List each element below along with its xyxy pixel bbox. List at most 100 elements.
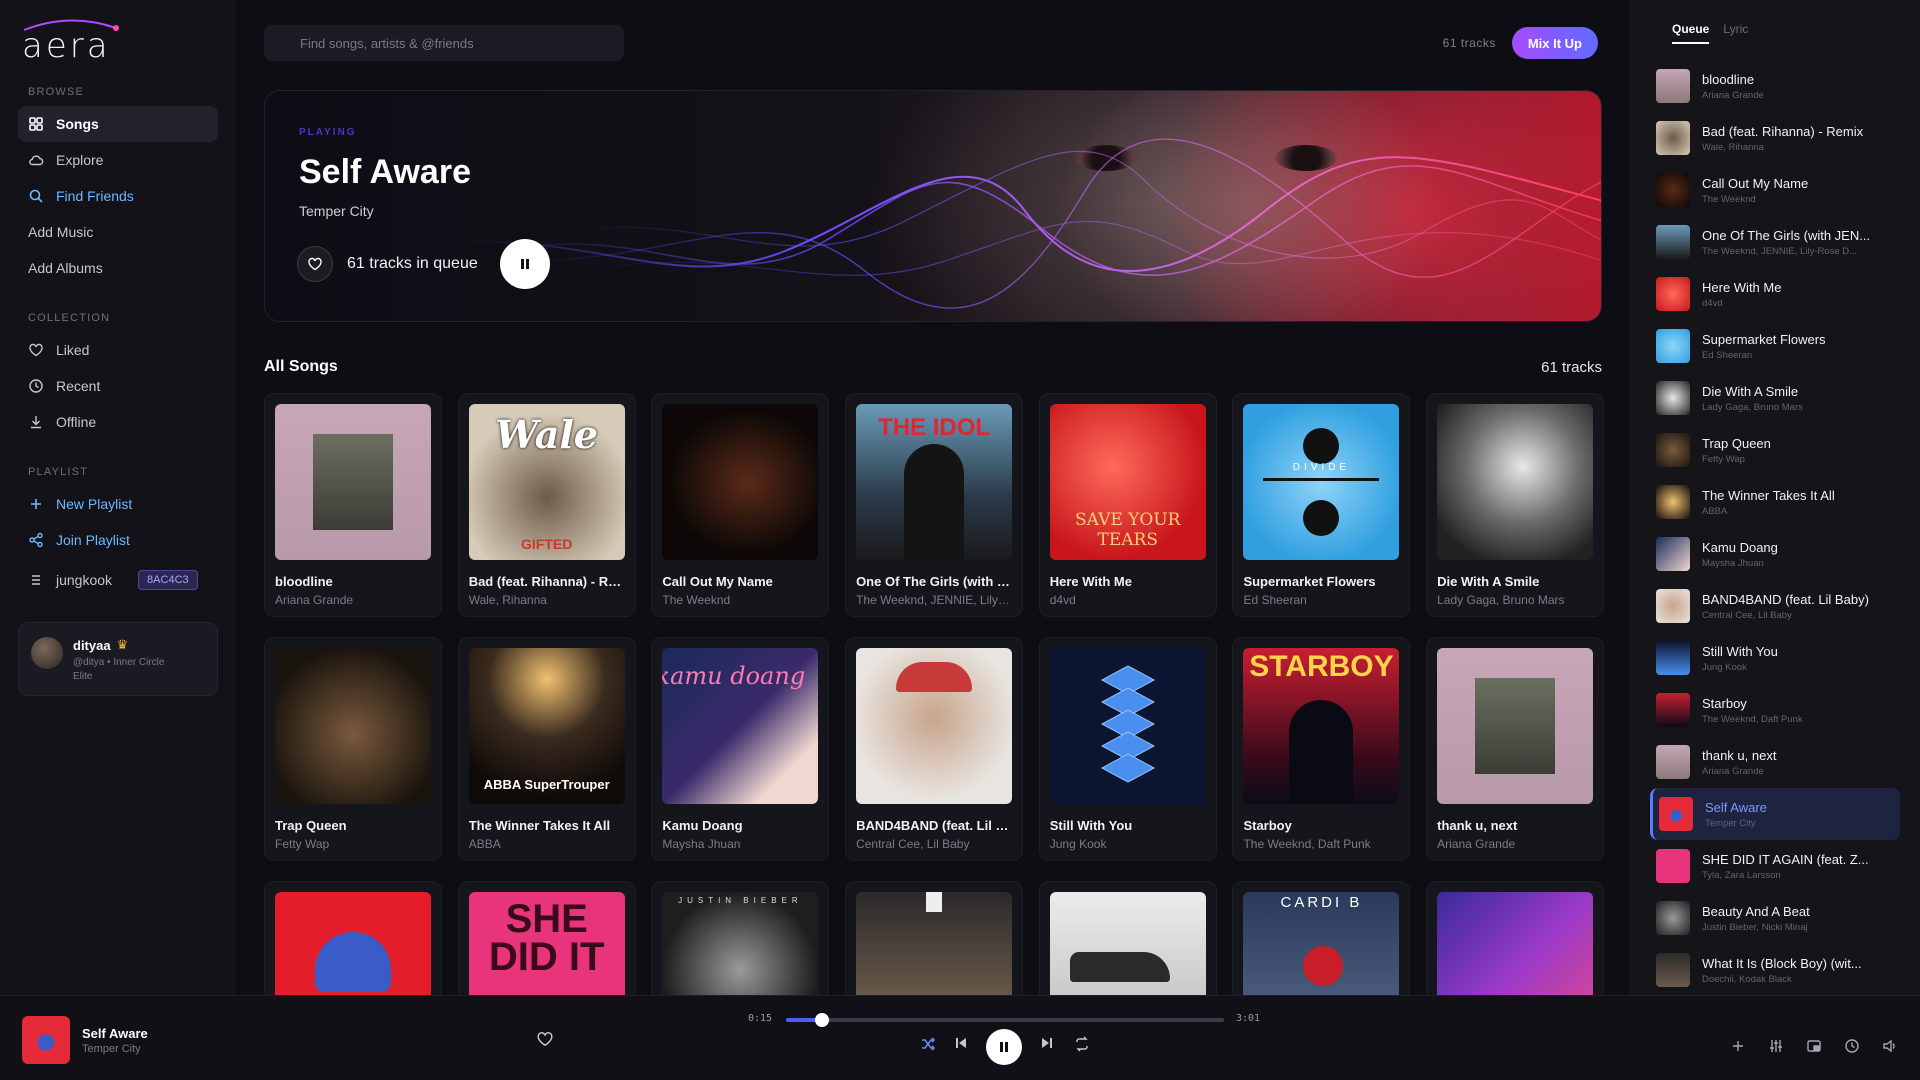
logo-arc-icon <box>23 19 119 31</box>
like-button[interactable] <box>297 246 333 282</box>
song-card[interactable]: SHE DID IT <box>457 881 636 995</box>
song-title: BAND4BAND (feat. Lil B... <box>856 818 1013 833</box>
song-card[interactable] <box>1038 881 1217 995</box>
sidebar-item-offline[interactable]: Offline <box>18 404 218 440</box>
queue-item[interactable]: Beauty And A Beat Justin Bieber, Nicki Mi… <box>1650 892 1900 944</box>
now-playing-artwork[interactable] <box>22 1016 70 1064</box>
mini-player-button[interactable] <box>1806 1038 1822 1054</box>
album-cover: DIVIDE <box>1243 404 1400 560</box>
queue-item[interactable]: Call Out My Name The Weeknd <box>1650 164 1900 216</box>
cover-cubes-graphic <box>1100 665 1155 783</box>
sidebar-item-playlist-jungkook[interactable]: jungkook 8AC4C3 <box>18 562 218 598</box>
queue-item-current[interactable]: Self Aware Temper City <box>1650 788 1900 840</box>
sidebar-item-label: Songs <box>56 116 99 132</box>
song-card[interactable]: SAVE YOUR TEARS Here With Me d4vd <box>1038 393 1217 617</box>
song-card[interactable]: Call Out My Name The Weeknd <box>651 393 830 617</box>
equalizer-button[interactable] <box>1768 1038 1784 1054</box>
song-card[interactable]: Wale GIFTED Bad (feat. Rihanna) - Re... … <box>457 393 636 617</box>
play-pause-button[interactable] <box>986 1029 1022 1065</box>
sidebar-item-find-friends[interactable]: Find Friends <box>18 178 218 214</box>
queue-item[interactable]: Starboy The Weeknd, Daft Punk <box>1650 684 1900 736</box>
sidebar-item-add-music[interactable]: Add Music <box>18 214 218 250</box>
song-card[interactable]: JUSTIN BIEBER <box>651 881 830 995</box>
song-card[interactable]: BAND4BAND (feat. Lil B... Central Cee, L… <box>845 637 1024 861</box>
skip-back-icon <box>956 1038 966 1048</box>
sidebar-item-label: Liked <box>56 342 90 358</box>
user-card[interactable]: dityaa ♛ @ditya • Inner Circle Elite <box>18 622 218 696</box>
queue-item[interactable]: The Winner Takes It All ABBA <box>1650 476 1900 528</box>
song-artist: Fetty Wap <box>275 837 330 851</box>
tab-lyric[interactable]: Lyric <box>1723 22 1748 48</box>
sidebar-item-liked[interactable]: Liked <box>18 332 218 368</box>
sidebar-item-explore[interactable]: Explore <box>18 142 218 178</box>
like-button[interactable] <box>536 1030 554 1048</box>
queue-item[interactable]: bloodline Ariana Grande <box>1650 60 1900 112</box>
previous-button[interactable] <box>954 1036 968 1050</box>
now-playing-title[interactable]: Self Aware <box>82 1026 148 1041</box>
shuffle-button[interactable] <box>920 1036 936 1052</box>
song-card[interactable]: kamu doang Kamu Doang Maysha Jhuan <box>651 637 830 861</box>
song-card[interactable]: Trap Queen Fetty Wap <box>264 637 442 861</box>
sidebar-item-new-playlist[interactable]: New Playlist <box>18 486 218 522</box>
clock-icon <box>1845 1039 1859 1053</box>
shuffle-icon <box>922 1037 936 1051</box>
hero-pause-button[interactable] <box>499 239 550 289</box>
song-card[interactable]: STARBOY Starboy The Weeknd, Daft Punk <box>1232 637 1411 861</box>
queue-item[interactable]: SHE DID IT AGAIN (feat. Z... Tyla, Zara L… <box>1650 840 1900 892</box>
cover-figure <box>904 444 965 560</box>
song-artist: ABBA <box>468 837 501 851</box>
cover-subtitle: GIFTED <box>521 536 573 552</box>
song-card[interactable]: ABBA SuperTrouper The Winner Takes It Al… <box>457 637 636 861</box>
search-input[interactable] <box>264 25 624 61</box>
sidebar-item-recent[interactable]: Recent <box>18 368 218 404</box>
history-button[interactable] <box>1844 1038 1860 1054</box>
sidebar-item-add-albums[interactable]: Add Albums <box>18 250 218 286</box>
queue-item[interactable]: Here With Me d4vd <box>1650 268 1900 320</box>
repeat-button[interactable] <box>1074 1036 1090 1052</box>
song-card[interactable]: DIVIDE Supermarket Flowers Ed Sheeran <box>1232 393 1411 617</box>
mix-it-up-button[interactable]: Mix It Up <box>1511 27 1598 59</box>
volume-button[interactable] <box>1882 1038 1898 1054</box>
hero-artist[interactable]: Temper City <box>299 203 374 219</box>
queue-item-title: thank u, next <box>1702 747 1777 763</box>
queue-item[interactable]: Die With A Smile Lady Gaga, Bruno Mars <box>1650 372 1900 424</box>
add-to-playlist-button[interactable] <box>1730 1038 1746 1054</box>
queue-item-title: Here With Me <box>1702 279 1782 295</box>
queue-item[interactable]: What It Is (Block Boy) (wit... Doechii, K… <box>1650 944 1900 995</box>
song-artist: Central Cee, Lil Baby <box>856 837 970 851</box>
song-card[interactable] <box>264 881 442 995</box>
song-card[interactable]: thank u, next Ariana Grande <box>1426 637 1605 861</box>
song-artist: The Weeknd, Daft Punk <box>1243 837 1371 851</box>
queue-item-title: The Winner Takes It All <box>1702 487 1835 503</box>
tab-queue[interactable]: Queue <box>1672 22 1710 44</box>
queue-thumb <box>1659 797 1693 831</box>
song-card[interactable]: Still With You Jung Kook <box>1038 637 1217 861</box>
app-logo[interactable]: aera <box>22 19 218 70</box>
queue-item[interactable]: One Of The Girls (with JEN... The Weeknd,… <box>1650 216 1900 268</box>
song-card[interactable] <box>845 881 1024 995</box>
queue-item[interactable]: Trap Queen Fetty Wap <box>1650 424 1900 476</box>
sidebar-item-join-playlist[interactable]: Join Playlist <box>18 522 218 558</box>
progress-bar[interactable] <box>786 1013 1224 1027</box>
queue-item[interactable]: BAND4BAND (feat. Lil Baby) Central Cee, L… <box>1650 580 1900 632</box>
queue-item-artist: The Weeknd <box>1702 193 1756 205</box>
sidebar-item-label: jungkook <box>56 572 113 588</box>
queue-item[interactable]: Supermarket Flowers Ed Sheeran <box>1650 320 1900 372</box>
queue-item-artist: Central Cee, Lil Baby <box>1702 609 1792 621</box>
progress-handle[interactable] <box>815 1013 830 1027</box>
song-card[interactable]: bloodline Ariana Grande <box>264 393 442 617</box>
song-card[interactable] <box>1426 881 1605 995</box>
song-card[interactable]: Die With A Smile Lady Gaga, Bruno Mars <box>1426 393 1605 617</box>
song-card[interactable]: THE IDOL One Of The Girls (with J... The… <box>845 393 1024 617</box>
download-icon <box>31 416 41 429</box>
song-artist: The Weeknd, JENNIE, Lily-Ro... <box>856 593 1013 607</box>
queue-item[interactable]: Kamu Doang Maysha Jhuan <box>1650 528 1900 580</box>
sidebar-item-songs[interactable]: Songs <box>18 106 218 142</box>
queue-item[interactable]: thank u, next Ariana Grande <box>1650 736 1900 788</box>
album-cover: STARBOY <box>1243 648 1400 804</box>
queue-item[interactable]: Bad (feat. Rihanna) - Remix Wale, Rihanna <box>1650 112 1900 164</box>
now-playing-artist[interactable]: Temper City <box>82 1043 141 1055</box>
queue-item[interactable]: Still With You Jung Kook <box>1650 632 1900 684</box>
song-card[interactable]: CARDI B <box>1232 881 1411 995</box>
next-button[interactable] <box>1040 1036 1054 1050</box>
